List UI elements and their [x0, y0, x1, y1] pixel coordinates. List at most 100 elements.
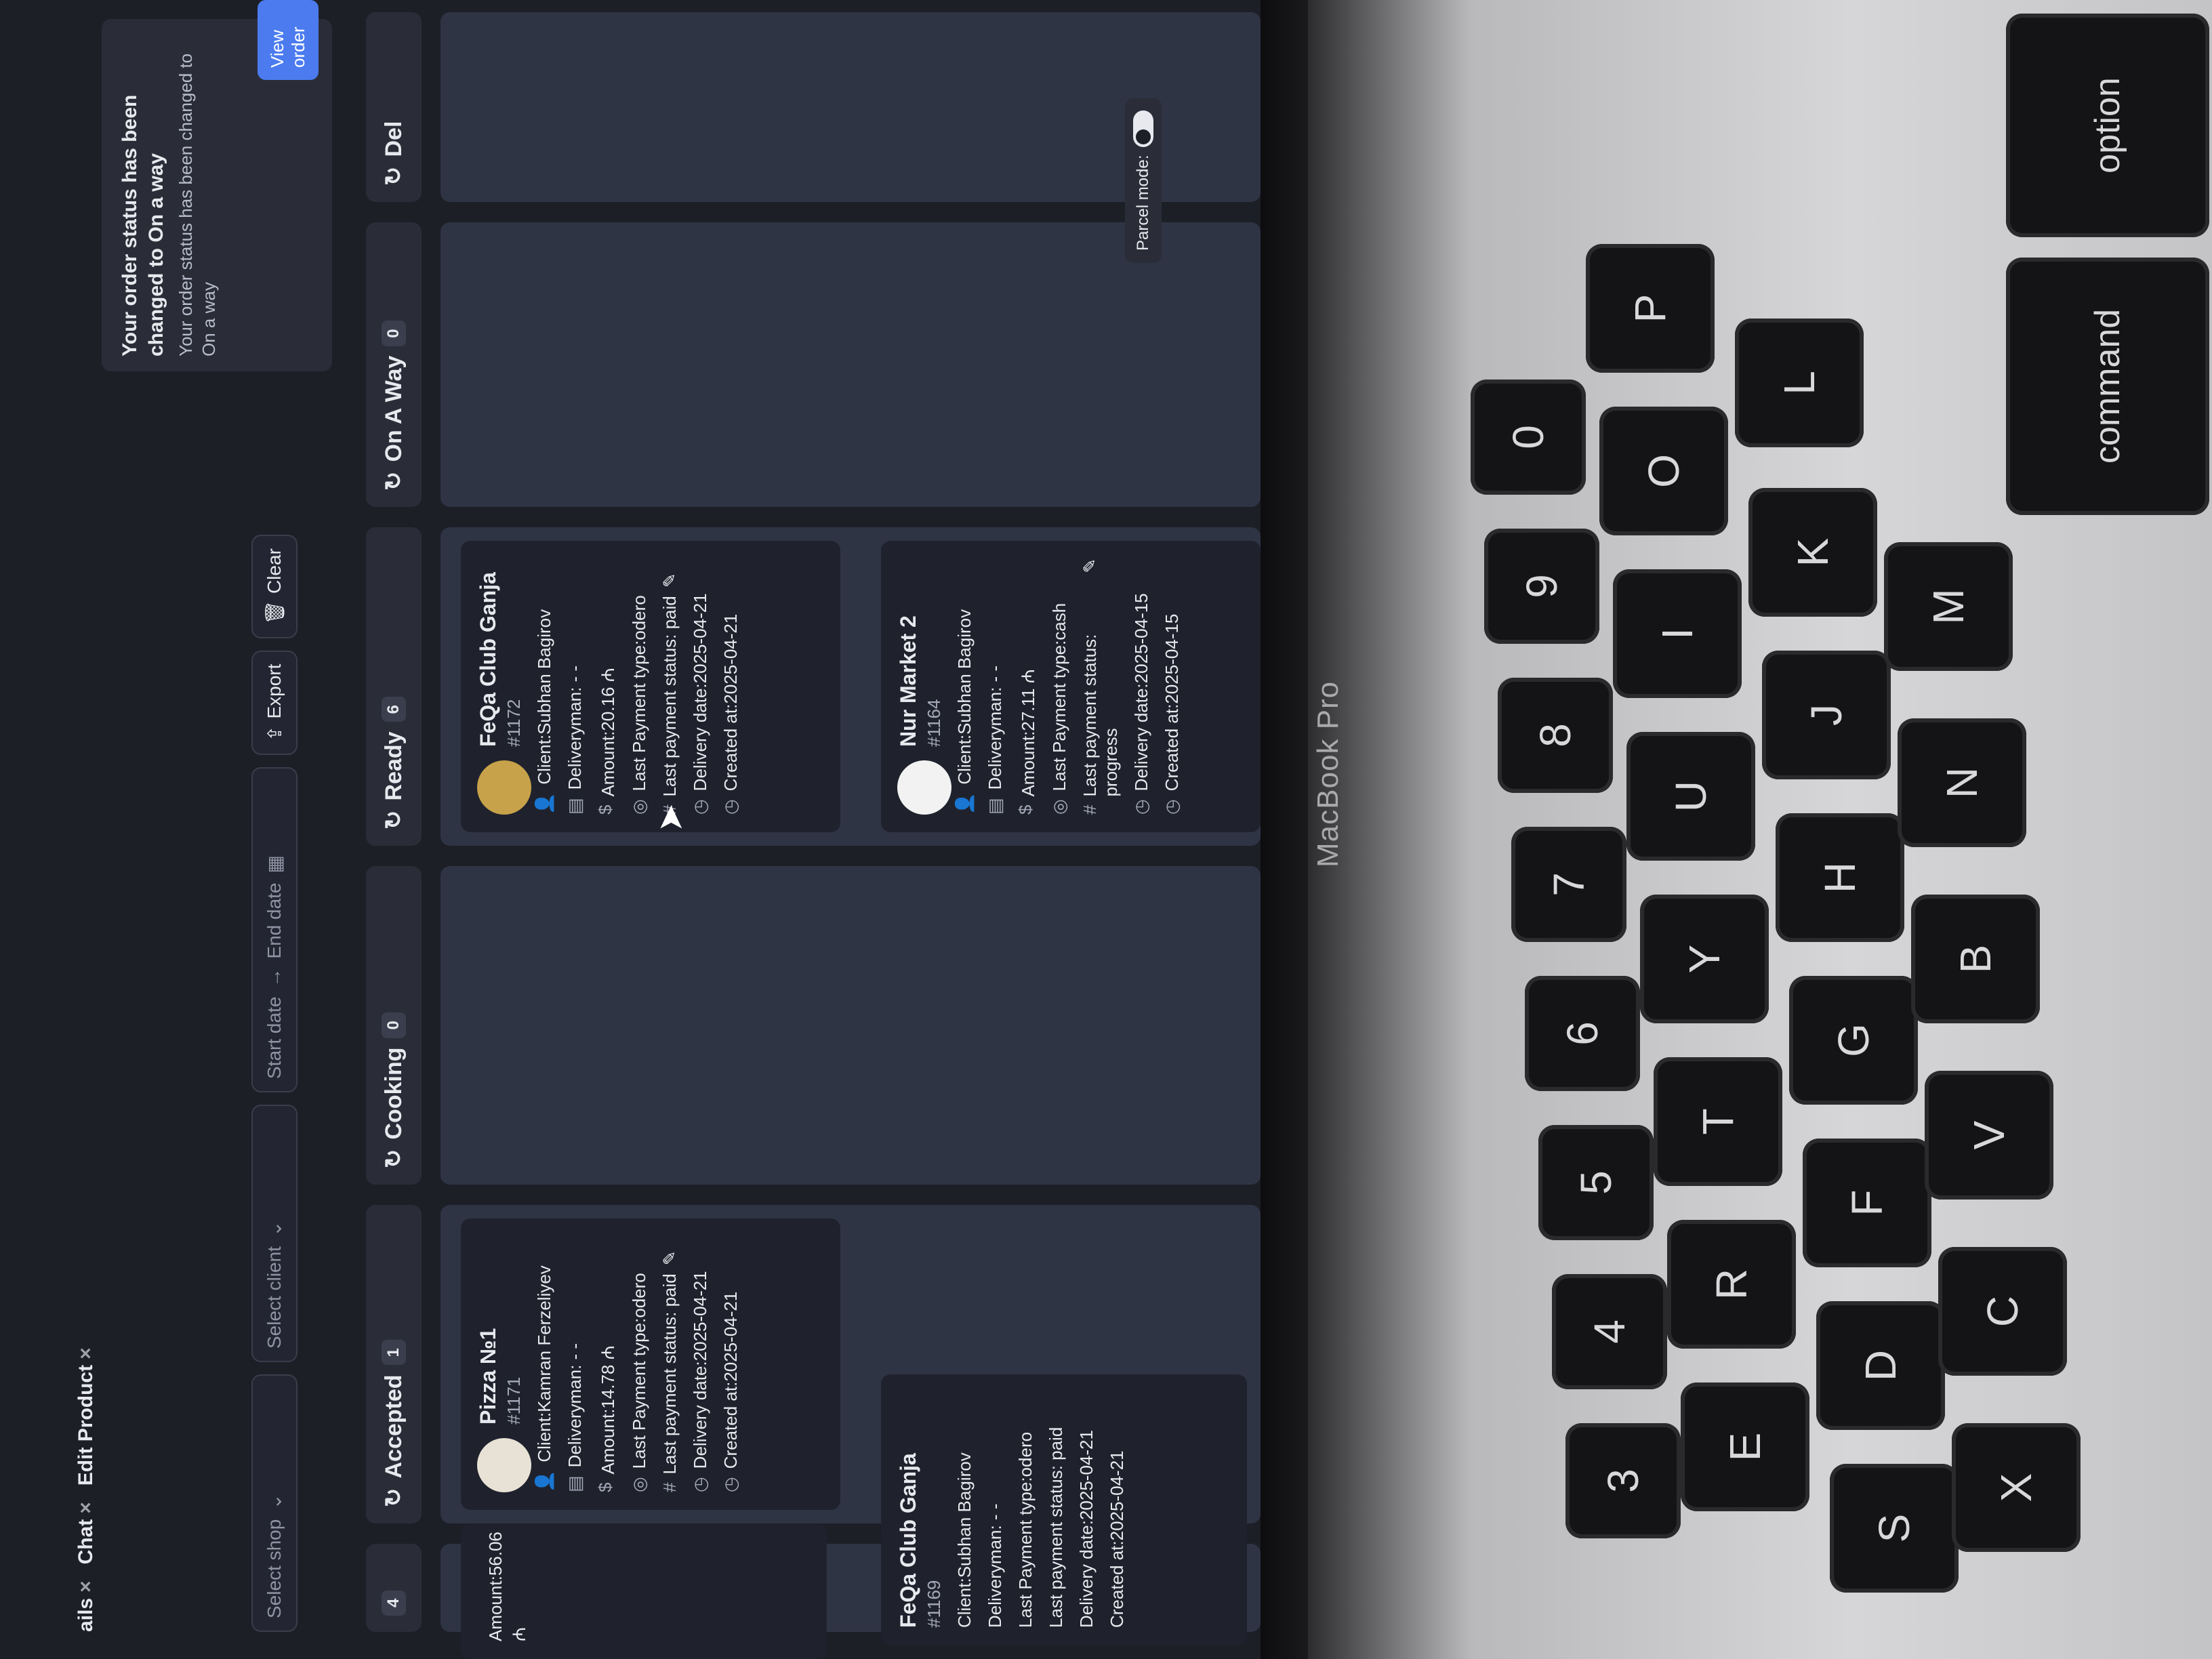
- key-0[interactable]: 0: [1471, 380, 1586, 495]
- hash-icon: #: [1080, 804, 1100, 815]
- column-on-a-way: [441, 222, 1261, 507]
- key-9[interactable]: 9: [1484, 529, 1599, 644]
- notification-body: Your order status has been changed to On…: [176, 53, 219, 356]
- close-icon[interactable]: ×: [75, 1347, 97, 1359]
- chevron-down-icon: ⌄: [264, 1221, 285, 1237]
- money-icon: $: [595, 1482, 615, 1492]
- key-x[interactable]: X: [1952, 1423, 2081, 1552]
- avatar: [477, 1438, 531, 1492]
- key-command[interactable]: command: [2006, 258, 2209, 515]
- column-header-ready[interactable]: ↻ Ready 6: [366, 527, 422, 846]
- order-card[interactable]: Nur Market 2 #1164 👤 Client:Subhan Bagiro…: [881, 541, 1261, 832]
- money-icon: $: [1015, 804, 1036, 815]
- edit-icon[interactable]: ✎: [659, 1250, 680, 1265]
- key-option[interactable]: option: [2006, 14, 2209, 237]
- column-header-delivered[interactable]: ↻ Del: [366, 12, 422, 202]
- shop-name: Pizza №1: [476, 1328, 500, 1425]
- tab-bar: ails× Chat× Edit Product×: [75, 1347, 122, 1632]
- money-icon: $: [595, 804, 615, 815]
- key-v[interactable]: V: [1925, 1071, 2053, 1200]
- avatar: [477, 760, 531, 815]
- column-header-partial: 4: [366, 1544, 422, 1632]
- order-number: #1169: [924, 1580, 944, 1628]
- key-5[interactable]: 5: [1538, 1125, 1654, 1240]
- calendar-icon: ▦: [264, 855, 285, 874]
- column-header-accepted[interactable]: ↻ Accepted 1: [366, 1205, 422, 1523]
- clear-button[interactable]: 🗑 Clear: [251, 535, 298, 638]
- trash-icon: 🗑: [264, 600, 285, 625]
- parcel-mode-toggle[interactable]: Parcel mode:: [1125, 98, 1162, 263]
- key-7[interactable]: 7: [1511, 827, 1626, 942]
- refresh-icon: ↻: [381, 166, 407, 186]
- key-s[interactable]: S: [1830, 1464, 1959, 1593]
- avatar: [897, 760, 951, 815]
- mouse-cursor-icon: ➤: [651, 804, 689, 832]
- user-icon: 👤: [534, 1470, 554, 1492]
- key-6[interactable]: 6: [1525, 976, 1640, 1091]
- order-number: #1171: [504, 1376, 524, 1425]
- tab-details[interactable]: ails×: [75, 1580, 122, 1632]
- wallet-icon: ◎: [629, 1477, 649, 1492]
- brand-label: MacBook Pro: [1311, 680, 1345, 867]
- key-k[interactable]: K: [1748, 488, 1877, 617]
- order-card[interactable]: FeQa Club Ganja #1169 Client:Subhan Bagi…: [881, 1374, 1247, 1645]
- user-icon: 👤: [954, 792, 975, 815]
- key-n[interactable]: N: [1898, 718, 2026, 847]
- order-number: #1164: [924, 699, 944, 747]
- refresh-icon: ↻: [381, 810, 407, 830]
- wallet-icon: ◎: [629, 799, 649, 815]
- user-icon: 👤: [534, 792, 554, 815]
- photo: ails× Chat× Edit Product× Select shop ⌄ S…: [0, 0, 2212, 1659]
- key-b[interactable]: B: [1911, 895, 2040, 1023]
- key-m[interactable]: M: [1884, 542, 2013, 671]
- key-g[interactable]: G: [1789, 976, 1918, 1105]
- key-y[interactable]: Y: [1640, 895, 1769, 1023]
- close-icon[interactable]: ×: [75, 1502, 97, 1514]
- truck-icon: ▤: [565, 798, 585, 815]
- order-card[interactable]: Amount:56.06 ₼: [461, 1523, 827, 1659]
- view-order-button[interactable]: View order: [258, 0, 319, 80]
- close-icon[interactable]: ×: [75, 1580, 97, 1593]
- edit-icon[interactable]: ✎: [659, 573, 680, 588]
- key-4[interactable]: 4: [1552, 1274, 1667, 1389]
- key-r[interactable]: R: [1667, 1220, 1796, 1349]
- key-o[interactable]: O: [1599, 407, 1728, 535]
- chevron-down-icon: ⌄: [264, 1494, 285, 1510]
- key-3[interactable]: 3: [1565, 1423, 1681, 1538]
- clock-icon: ◷: [1131, 799, 1151, 815]
- hash-icon: #: [659, 1482, 680, 1492]
- refresh-icon: ↻: [381, 1488, 407, 1508]
- tab-chat[interactable]: Chat×: [75, 1502, 122, 1564]
- key-j[interactable]: J: [1762, 651, 1891, 779]
- key-t[interactable]: T: [1654, 1057, 1782, 1186]
- order-card[interactable]: FeQa Club Ganja #1172 👤 Client:Subhan Bag…: [461, 541, 840, 832]
- column-header-cooking[interactable]: ↻ Cooking 0: [366, 866, 422, 1185]
- wallet-icon: ◎: [1049, 799, 1069, 815]
- key-e[interactable]: E: [1681, 1382, 1809, 1511]
- key-u[interactable]: U: [1626, 732, 1755, 861]
- key-i[interactable]: I: [1613, 569, 1742, 698]
- key-8[interactable]: 8: [1498, 678, 1613, 793]
- key-c[interactable]: C: [1938, 1247, 2067, 1376]
- key-d[interactable]: D: [1816, 1301, 1945, 1430]
- key-h[interactable]: H: [1776, 813, 1904, 942]
- key-f[interactable]: F: [1803, 1139, 1931, 1267]
- clock-icon: ◷: [690, 799, 710, 815]
- order-number: #1172: [504, 699, 524, 747]
- date-range-input[interactable]: Start date → End date ▦: [251, 767, 298, 1092]
- toggle-switch[interactable]: [1133, 110, 1153, 147]
- shop-name: FeQa Club Ganja: [896, 1453, 920, 1628]
- truck-icon: ▤: [985, 798, 1005, 815]
- order-card[interactable]: Pizza №1 #1171 👤 Client:Kamran Ferzeliyev…: [461, 1218, 840, 1510]
- column-header-on-a-way[interactable]: ↻ On A Way 0: [366, 222, 422, 507]
- shop-name: FeQa Club Ganja: [476, 572, 500, 747]
- export-button[interactable]: ⇪ Export: [251, 650, 298, 755]
- clock-icon: ◷: [690, 1477, 710, 1492]
- client-select[interactable]: Select client ⌄: [251, 1105, 298, 1362]
- key-l[interactable]: L: [1735, 319, 1864, 447]
- shop-select[interactable]: Select shop ⌄: [251, 1374, 298, 1632]
- key-p[interactable]: P: [1586, 244, 1715, 373]
- notification-title: Your order status has been changed to On…: [119, 94, 167, 356]
- tab-edit-product[interactable]: Edit Product×: [75, 1347, 122, 1486]
- edit-icon[interactable]: ✎: [1080, 558, 1122, 573]
